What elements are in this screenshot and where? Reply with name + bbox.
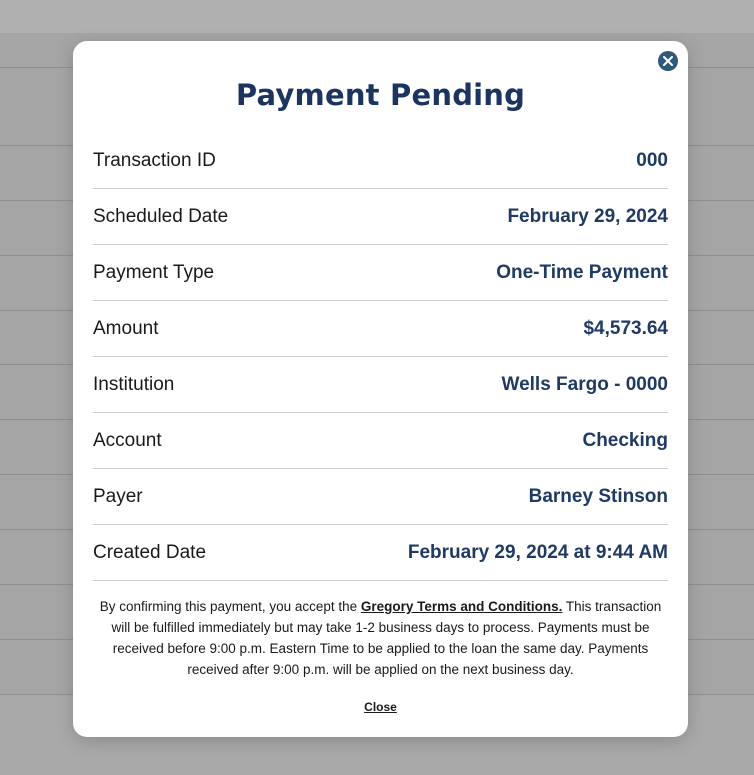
terms-disclaimer: By confirming this payment, you accept t…	[95, 596, 666, 680]
close-button[interactable]: Close	[73, 700, 688, 714]
terms-and-conditions-link[interactable]: Gregory Terms and Conditions.	[361, 599, 563, 614]
modal-title: Payment Pending	[235, 78, 526, 112]
payment-pending-modal: Payment Pending Transaction ID 000 Sched…	[73, 41, 688, 737]
detail-row-account: Account Checking	[93, 413, 668, 469]
detail-value: Wells Fargo - 0000	[501, 374, 669, 395]
background-header	[0, 0, 754, 33]
detail-row-payer: Payer Barney Stinson	[93, 469, 668, 525]
detail-value: February 29, 2024	[507, 206, 668, 227]
detail-row-amount: Amount $4,573.64	[93, 301, 668, 357]
detail-value: Barney Stinson	[528, 486, 668, 507]
detail-label: Payer	[93, 486, 143, 507]
detail-label: Payment Type	[93, 262, 215, 283]
close-x-glyph	[663, 56, 673, 66]
detail-label: Created Date	[93, 542, 207, 563]
detail-value: One-Time Payment	[496, 262, 668, 283]
close-icon[interactable]	[658, 51, 678, 71]
payment-details-list: Transaction ID 000 Scheduled Date Februa…	[93, 133, 668, 581]
detail-label: Institution	[93, 374, 175, 395]
detail-label: Transaction ID	[93, 150, 216, 171]
detail-row-transaction-id: Transaction ID 000	[93, 133, 668, 189]
detail-label: Amount	[93, 318, 159, 339]
detail-label: Account	[93, 430, 162, 451]
detail-value: 000	[636, 150, 668, 171]
detail-label: Scheduled Date	[93, 206, 229, 227]
detail-value: February 29, 2024 at 9:44 AM	[407, 542, 668, 563]
detail-value: Checking	[582, 430, 668, 451]
detail-row-scheduled-date: Scheduled Date February 29, 2024	[93, 189, 668, 245]
detail-row-institution: Institution Wells Fargo - 0000	[93, 357, 668, 413]
disclaimer-text-before: By confirming this payment, you accept t…	[99, 599, 361, 614]
detail-row-payment-type: Payment Type One-Time Payment	[93, 245, 668, 301]
detail-value: $4,573.64	[583, 318, 668, 339]
detail-row-created-date: Created Date February 29, 2024 at 9:44 A…	[93, 525, 668, 581]
